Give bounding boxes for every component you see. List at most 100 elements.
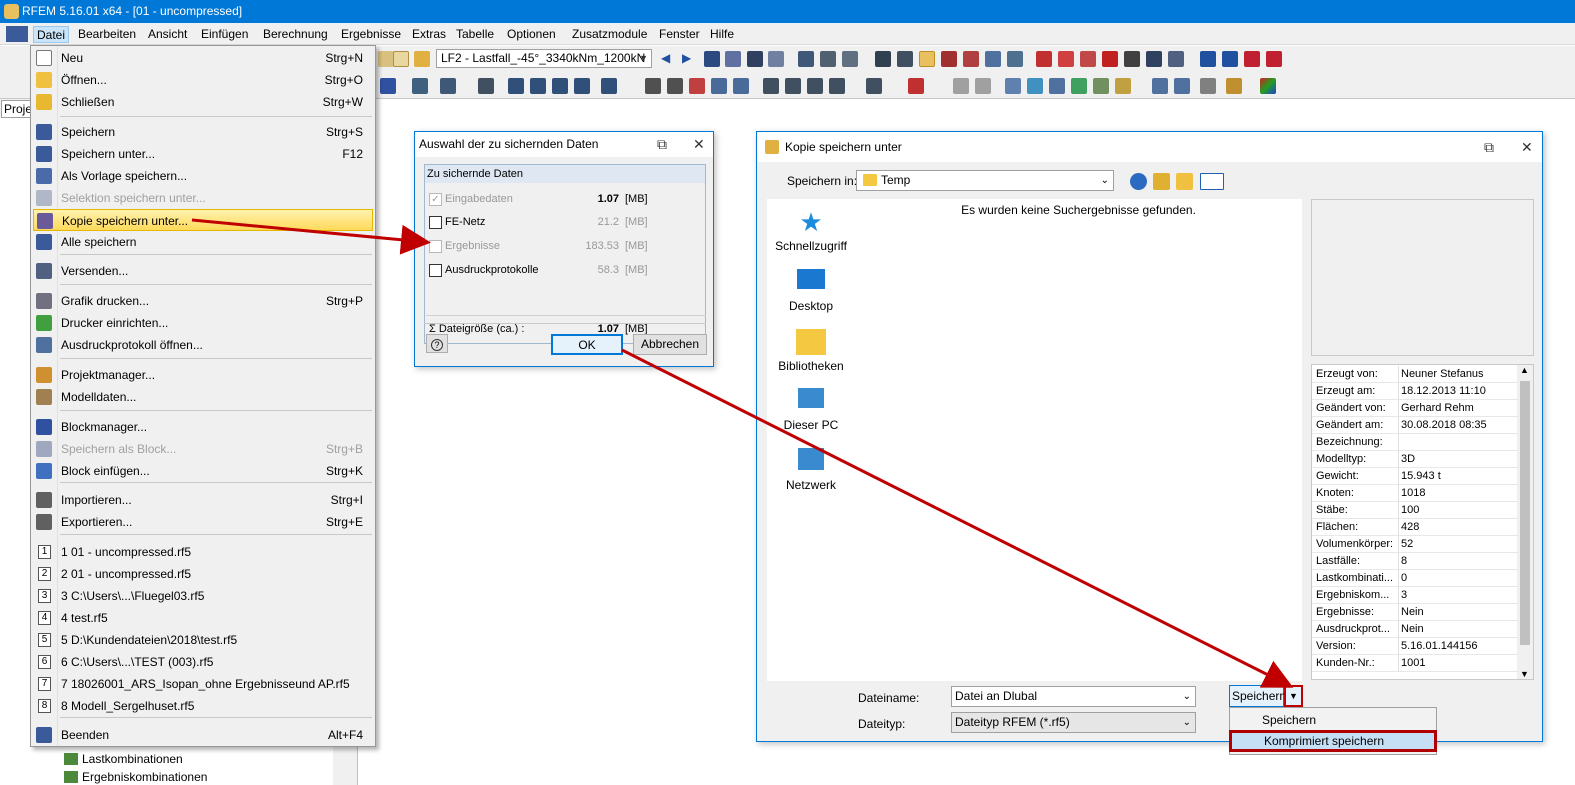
next-icon[interactable]: ▶ — [682, 51, 698, 67]
menu-datei[interactable]: Datei — [33, 26, 70, 43]
scroll-up-icon[interactable]: ▲ — [1520, 365, 1529, 375]
surface-icon[interactable] — [1005, 78, 1021, 94]
loads-icon[interactable] — [941, 51, 957, 67]
view-menu-icon[interactable] — [1200, 173, 1224, 190]
rotation-icon[interactable] — [1058, 51, 1074, 67]
view-x-icon[interactable] — [763, 78, 779, 94]
previous-icon[interactable]: ◀ — [661, 51, 677, 67]
project-tab[interactable]: Proje — [1, 100, 33, 118]
deform-icon[interactable] — [798, 51, 814, 67]
hinge-icon[interactable] — [1036, 51, 1052, 67]
frame3-icon[interactable] — [574, 78, 590, 94]
help-button[interactable]: ? — [426, 334, 448, 353]
tools-icon[interactable] — [1168, 51, 1184, 67]
recent-file-item[interactable]: 3 3 C:\Users\...\Fluegel03.rf5 — [33, 585, 373, 607]
members-icon[interactable] — [985, 51, 1001, 67]
pin-icon[interactable] — [1124, 51, 1140, 67]
menu-item-alle-speichern[interactable]: Alle speichern — [33, 231, 373, 253]
support-tool-icon[interactable] — [1049, 78, 1065, 94]
recent-file-item[interactable]: 4 4 test.rf5 — [33, 607, 373, 629]
filename-input[interactable]: Datei an Dlubal ⌄ — [951, 686, 1196, 707]
menu-bearbeiten[interactable]: Bearbeiten — [75, 26, 139, 43]
cancel-button[interactable]: Abbrechen — [633, 334, 707, 355]
restore-icon[interactable]: ⧉ — [657, 132, 667, 157]
member-tool-icon[interactable] — [508, 78, 524, 94]
menu-ergebnisse[interactable]: Ergebnisse — [338, 26, 404, 43]
recent-file-item[interactable]: 7 7 18026001_ARS_Isopan_ohne Ergebnisseun… — [33, 673, 373, 695]
section-icon[interactable] — [820, 51, 836, 67]
close-icon[interactable]: ✕ — [1521, 132, 1533, 162]
ok-button[interactable]: OK — [551, 334, 623, 355]
restore-icon[interactable]: ⧉ — [1484, 132, 1494, 162]
recent-file-item[interactable]: 5 5 D:\Kundendateien\2018\test.rf5 — [33, 629, 373, 651]
table-toggle-icon[interactable] — [393, 51, 409, 67]
menu-extras[interactable]: Extras — [409, 26, 449, 43]
place-quick-access[interactable]: ★ Schnellzugriff — [767, 209, 855, 253]
mesh-icon[interactable] — [875, 51, 891, 67]
frame2-icon[interactable] — [552, 78, 568, 94]
view-z-icon[interactable] — [807, 78, 823, 94]
export-view-icon[interactable] — [1200, 51, 1216, 67]
pointer-icon[interactable] — [478, 78, 494, 94]
results-icon[interactable] — [704, 51, 720, 67]
box-icon[interactable] — [440, 78, 456, 94]
menu-item-drucker-einrichten[interactable]: Drucker einrichten... — [33, 312, 373, 334]
zoom-icon[interactable] — [667, 78, 683, 94]
pdf-icon[interactable] — [1244, 51, 1260, 67]
color-scale-icon[interactable] — [1260, 78, 1276, 94]
menu-item-speichern-unter[interactable]: Speichern unter... F12 — [33, 143, 373, 165]
back-icon[interactable] — [1130, 173, 1147, 190]
recent-file-item[interactable]: 1 1 01 - uncompressed.rf5 — [33, 541, 373, 563]
save-dropdown-button[interactable]: ▼ — [1284, 685, 1303, 707]
option-save[interactable]: Speichern — [1230, 709, 1436, 731]
menu-item-exportieren[interactable]: Exportieren... Strg+E — [33, 511, 373, 533]
lines-icon[interactable] — [1007, 51, 1023, 67]
place-desktop[interactable]: Desktop — [767, 269, 855, 313]
menu-item-grafik-drucken[interactable]: Grafik drucken... Strg+P — [33, 290, 373, 312]
menu-item-modelldaten[interactable]: Modelldaten... — [33, 386, 373, 408]
menu-item-kopie-speichern-unter[interactable]: Kopie speichern unter... — [33, 209, 373, 231]
place-network[interactable]: Netzwerk — [767, 448, 855, 492]
save-button[interactable]: Speichern — [1229, 685, 1286, 707]
menu-item-versenden[interactable]: Versenden... — [33, 260, 373, 282]
menu-item-block-einfügen[interactable]: Block einfügen... Strg+K — [33, 460, 373, 482]
recent-file-item[interactable]: 8 8 Modell_Sergelhuset.rf5 — [33, 695, 373, 717]
paint-icon[interactable] — [1226, 78, 1242, 94]
cross-icon[interactable] — [1102, 51, 1118, 67]
tool-a-icon[interactable] — [380, 78, 396, 94]
menu-item-öffnen[interactable]: Öffnen... Strg+O — [33, 69, 373, 91]
green-tool-icon[interactable] — [1071, 78, 1087, 94]
table-icon[interactable] — [378, 51, 394, 67]
zoom-out-icon[interactable] — [689, 78, 705, 94]
menu-zusatzmodule[interactable]: Zusatzmodule — [569, 26, 650, 43]
dim-icon[interactable] — [1152, 78, 1168, 94]
values-icon[interactable] — [725, 51, 741, 67]
app-menu-icon[interactable] — [6, 26, 28, 42]
properties-scrollbar[interactable]: ▲ ▼ — [1517, 365, 1533, 679]
menu-fenster[interactable]: Fenster — [656, 26, 703, 43]
loadcase-select[interactable]: LF2 - Lastfall_-45°_3340kNm_1200kN ▼ — [436, 49, 652, 68]
settings-icon[interactable] — [1146, 51, 1162, 67]
menu-item-importieren[interactable]: Importieren... Strg+I — [33, 489, 373, 511]
filetype-select[interactable]: Dateityp RFEM (*.rf5) ⌄ — [951, 712, 1196, 733]
menu-tabelle[interactable]: Tabelle — [453, 26, 497, 43]
view-axis-icon[interactable] — [866, 78, 882, 94]
iso-view-icon[interactable] — [711, 78, 727, 94]
values-toggle-icon[interactable] — [768, 51, 784, 67]
place-this-pc[interactable]: Dieser PC — [767, 388, 855, 432]
save-in-select[interactable]: Temp ⌄ — [856, 170, 1114, 191]
triangle-icon[interactable] — [1080, 51, 1096, 67]
view-icon[interactable] — [747, 51, 763, 67]
file-list[interactable]: Es wurden keine Suchergebnisse gefunden. — [855, 199, 1302, 681]
menu-item-blockmanager[interactable]: Blockmanager... — [33, 416, 373, 438]
menu-einfuegen[interactable]: Einfügen — [198, 26, 251, 43]
surface2-icon[interactable] — [1027, 78, 1043, 94]
up-folder-icon[interactable] — [1153, 173, 1170, 190]
menu-item-projektmanager[interactable]: Projektmanager... — [33, 364, 373, 386]
nodes-icon[interactable] — [897, 51, 913, 67]
menu-ansicht[interactable]: Ansicht — [145, 26, 190, 43]
recent-file-item[interactable]: 2 2 01 - uncompressed.rf5 — [33, 563, 373, 585]
menu-berechnung[interactable]: Berechnung — [260, 26, 331, 43]
checkbox[interactable] — [429, 264, 442, 277]
menu-item-ausdruckprotokoll-öffnen[interactable]: Ausdruckprotokoll öffnen... — [33, 334, 373, 356]
